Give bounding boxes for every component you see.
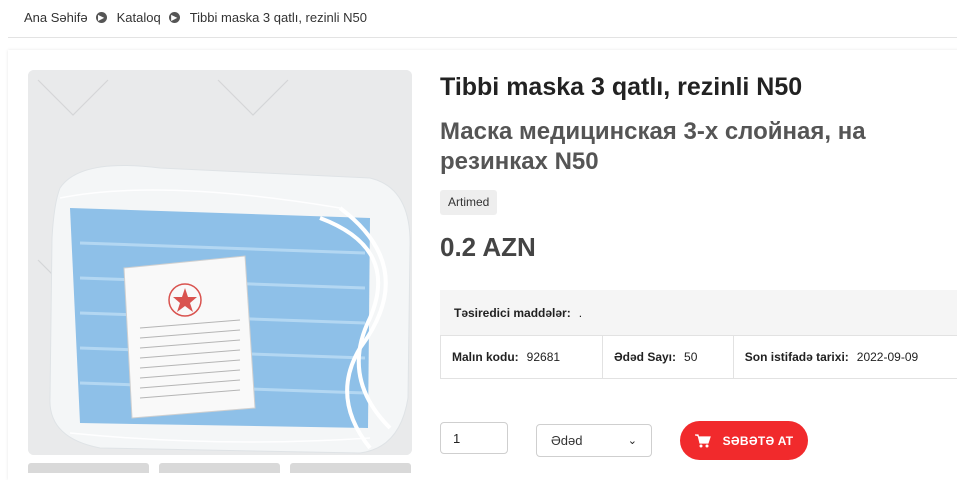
active-ingredients-label: Təsiredici maddələr:	[454, 305, 571, 320]
expiry-date-cell: Son istifadə tarixi: 2022-09-09	[734, 336, 957, 378]
unit-count-cell: Ədəd Sayı: 50	[603, 336, 734, 378]
breadcrumb-current: Tibbi maska 3 qatlı, rezinli N50	[189, 10, 367, 25]
chevron-right-icon: ▶	[95, 12, 107, 23]
quantity-input[interactable]	[440, 422, 508, 454]
thumbnail[interactable]	[290, 463, 411, 473]
chevron-right-icon: ▶	[168, 12, 180, 23]
brand-badge[interactable]: Artimed	[440, 190, 498, 215]
thumbnail[interactable]	[28, 463, 149, 473]
face-mask-pack-icon	[28, 70, 412, 455]
product-price: 0.2 AZN	[440, 232, 536, 262]
image-thumbnails	[28, 463, 411, 473]
product-details-table: Təsiredici maddələr: . Malın kodu: 92681…	[440, 290, 957, 379]
product-code-cell: Malın kodu: 92681	[441, 336, 603, 378]
active-ingredients-row: Təsiredici maddələr: .	[440, 290, 957, 335]
breadcrumb: Ana Səhifə ▶ Kataloq ▶ Tibbi maska 3 qat…	[24, 10, 367, 25]
unit-select[interactable]: Ədəd ⌄	[536, 424, 652, 457]
chevron-down-icon: ⌄	[627, 435, 637, 447]
add-to-cart-button[interactable]: SƏBƏTƏ AT	[680, 421, 808, 460]
product-code-value: 92681	[526, 350, 561, 364]
unit-count-label: Ədəd Sayı:	[613, 350, 677, 364]
expiry-date-value: 2022-09-09	[856, 350, 919, 364]
product-title: Tibbi maska 3 qatlı, rezinli N50	[440, 73, 803, 101]
product-image[interactable]	[28, 70, 412, 455]
active-ingredients-value: .	[578, 305, 583, 320]
unit-select-value: Ədəd	[551, 433, 583, 448]
add-to-cart-label: SƏBƏTƏ AT	[722, 433, 794, 448]
product-code-label: Malın kodu:	[452, 350, 519, 364]
breadcrumb-home[interactable]: Ana Səhifə	[24, 10, 88, 25]
product-subtitle: Маска медицинская 3-х слойная, на резинк…	[440, 118, 866, 175]
expiry-date-label: Son istifadə tarixi:	[744, 350, 849, 364]
cart-icon	[694, 433, 711, 447]
details-row: Malın kodu: 92681 Ədəd Sayı: 50 Son isti…	[440, 335, 957, 379]
unit-count-value: 50	[684, 350, 698, 364]
breadcrumb-catalog[interactable]: Kataloq	[117, 10, 161, 25]
thumbnail[interactable]	[159, 463, 280, 473]
header-divider	[8, 37, 957, 38]
